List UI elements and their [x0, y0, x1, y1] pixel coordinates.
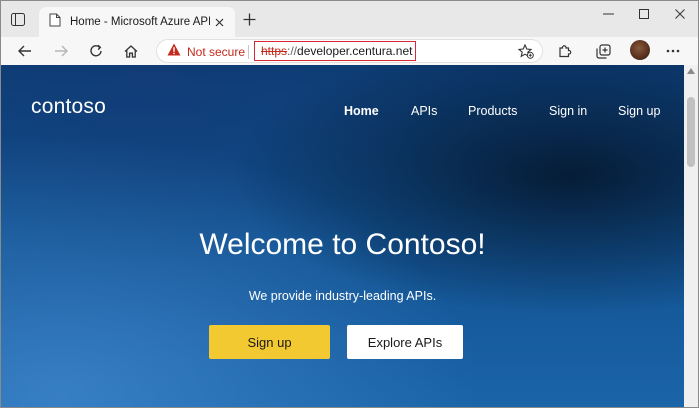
site-logo[interactable]: contoso: [31, 95, 106, 119]
profile-avatar[interactable]: [630, 40, 650, 60]
scroll-thumb[interactable]: [687, 97, 695, 167]
browser-window: Home - Microsoft Azure API Ma: [0, 0, 699, 408]
new-tab-icon[interactable]: [239, 9, 259, 29]
security-indicator[interactable]: Not secure: [167, 43, 245, 61]
url-protocol: https: [261, 44, 288, 58]
collections-icon[interactable]: [591, 40, 615, 62]
url-separator: ://: [287, 44, 298, 58]
page-scrollbar[interactable]: [684, 65, 698, 407]
add-favorite-icon[interactable]: [516, 42, 536, 60]
scroll-up-icon[interactable]: [687, 68, 695, 74]
browser-toolbar: Not secure https://developer.centura.net: [1, 37, 698, 65]
nav-sign-in[interactable]: Sign in: [549, 104, 587, 118]
nav-apis[interactable]: APIs: [411, 104, 437, 118]
extensions-icon[interactable]: [552, 40, 576, 62]
url-field[interactable]: https://developer.centura.net: [254, 41, 416, 61]
forward-icon[interactable]: [49, 40, 73, 62]
refresh-icon[interactable]: [84, 40, 108, 62]
nav-home[interactable]: Home: [344, 104, 379, 118]
back-icon[interactable]: [13, 40, 37, 62]
url-host: developer.centura.net: [297, 44, 413, 58]
tab-close-icon[interactable]: [211, 14, 227, 30]
tab-strip: Home - Microsoft Azure API Ma: [1, 1, 698, 37]
tab-actions-icon[interactable]: [7, 9, 29, 29]
nav-sign-up[interactable]: Sign up: [618, 104, 660, 118]
nav-products[interactable]: Products: [468, 104, 517, 118]
minimize-icon[interactable]: [593, 3, 623, 25]
address-divider: [248, 45, 249, 59]
more-menu-icon[interactable]: [661, 40, 685, 62]
explore-apis-button[interactable]: Explore APIs: [347, 325, 463, 359]
tab-active[interactable]: Home - Microsoft Azure API Ma: [39, 7, 235, 37]
home-icon[interactable]: [119, 40, 143, 62]
page-viewport: contoso Home APIs Products Sign in Sign …: [1, 65, 684, 407]
warning-icon: [167, 43, 181, 61]
page-icon: [49, 13, 61, 32]
tab-title: Home - Microsoft Azure API Ma: [70, 16, 210, 28]
maximize-icon[interactable]: [629, 3, 659, 25]
hero-title: Welcome to Contoso!: [199, 228, 486, 261]
hero-subtitle: We provide industry-leading APIs.: [248, 289, 437, 303]
close-icon[interactable]: [665, 3, 695, 25]
sign-up-button[interactable]: Sign up: [209, 325, 330, 359]
security-label: Not secure: [187, 45, 246, 59]
address-bar[interactable]: Not secure https://developer.centura.net: [156, 39, 543, 63]
